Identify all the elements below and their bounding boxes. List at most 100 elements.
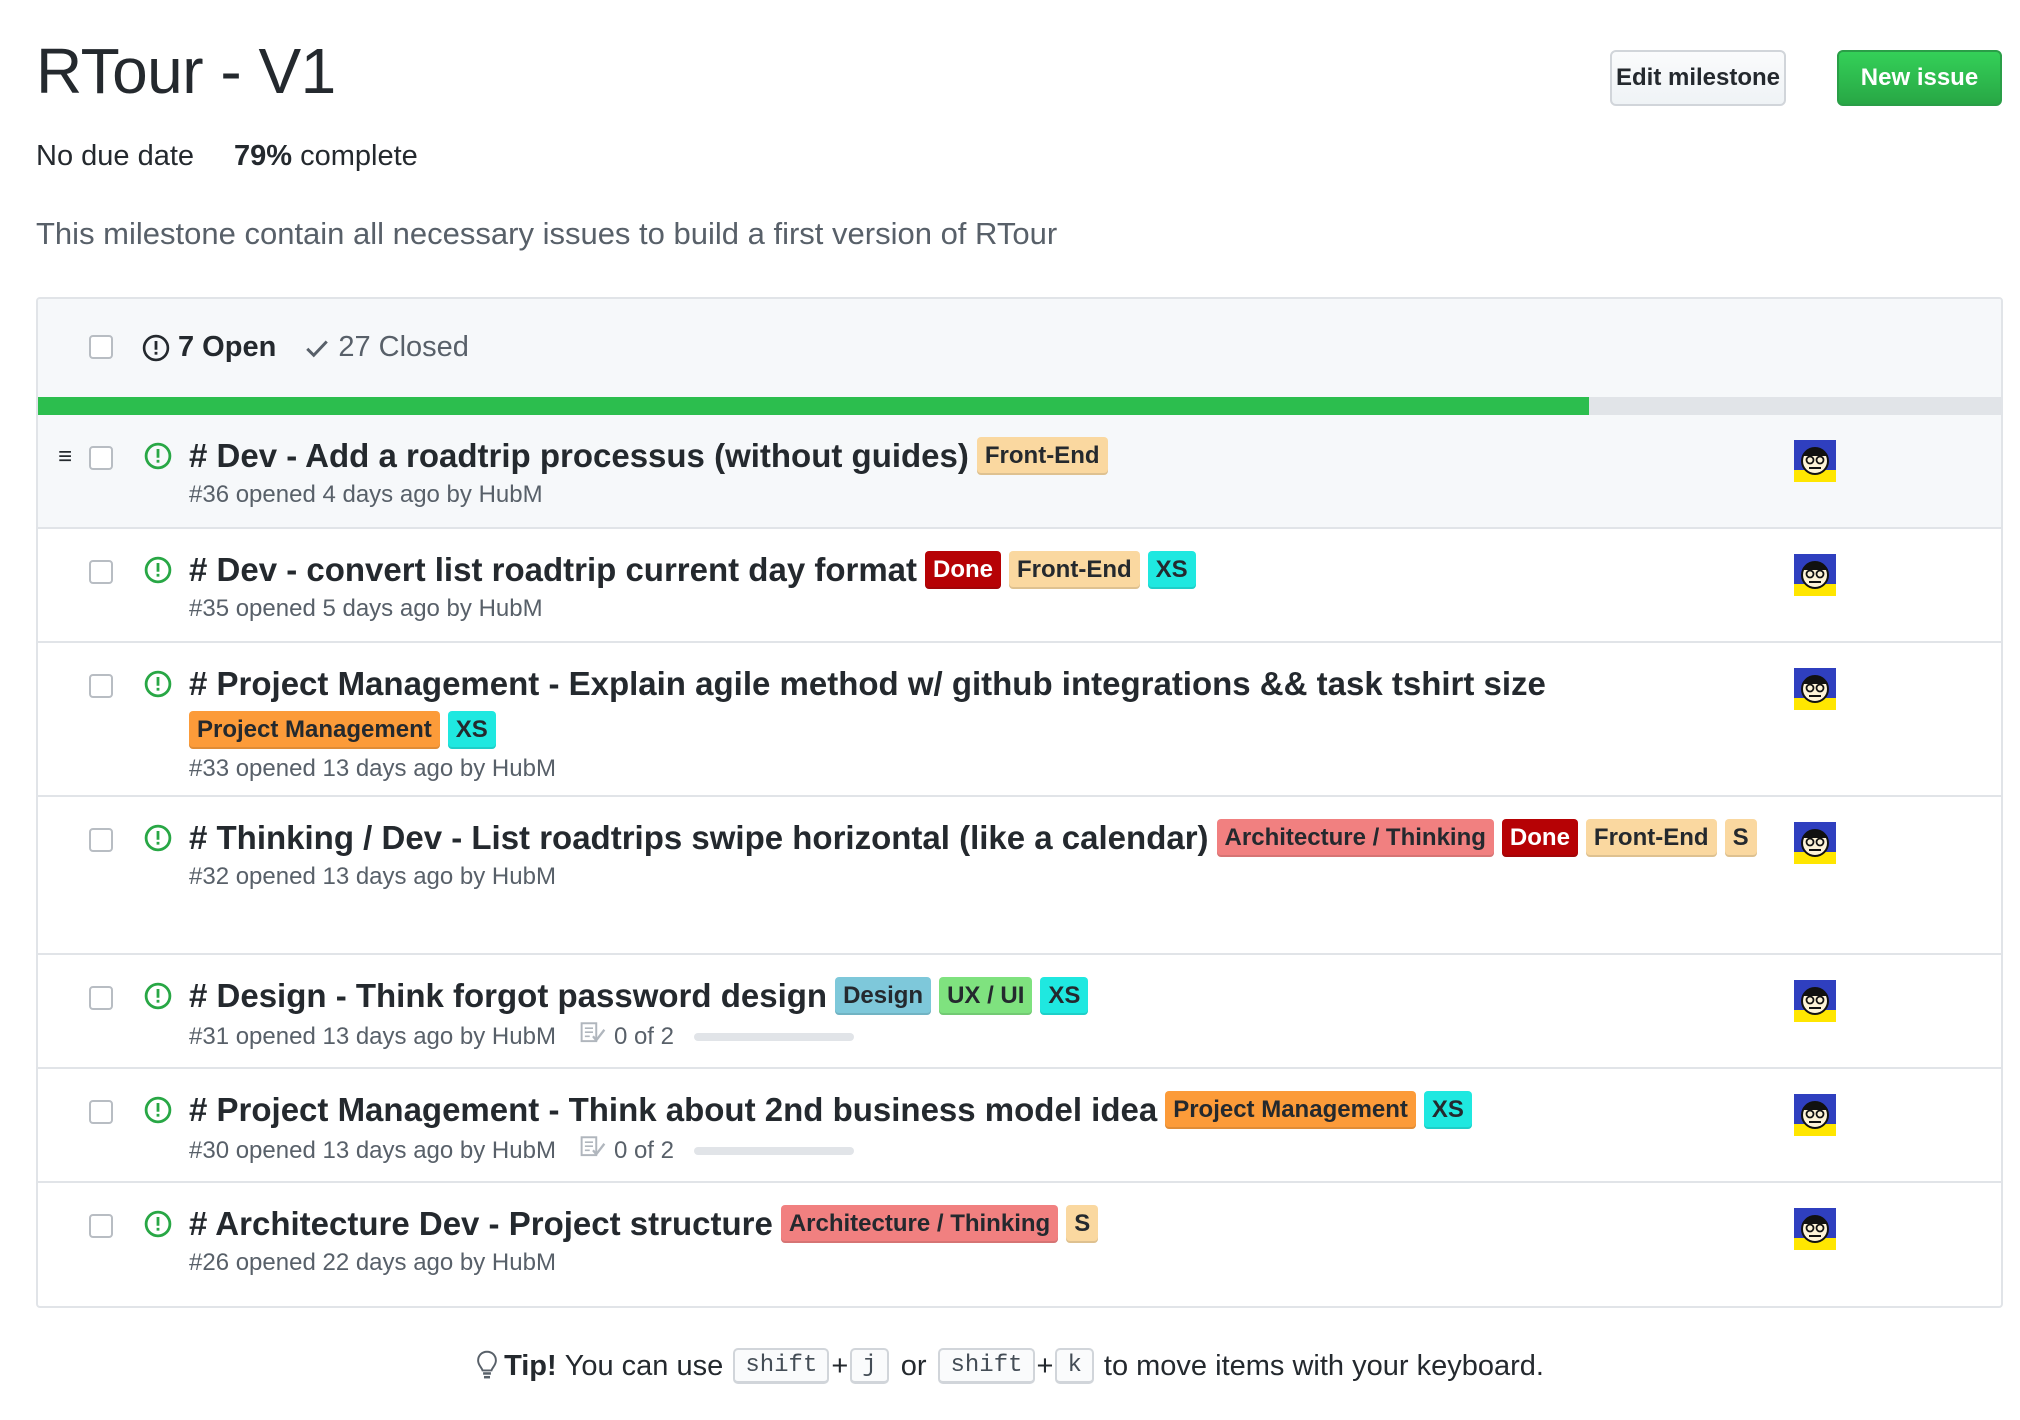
completion-label: complete — [300, 140, 418, 172]
issue-title-line: # Project Management - Explain agile met… — [189, 665, 1801, 749]
milestone-page: RTour - V1 Edit milestone New issue No d… — [0, 0, 2020, 1420]
issue-title-link[interactable]: # Thinking / Dev - List roadtrips swipe … — [189, 819, 1209, 857]
progress-fill — [38, 397, 1589, 415]
issue-label[interactable]: Architecture / Thinking — [780, 1205, 1059, 1243]
issue-meta: #35 opened 5 days ago by HubM — [189, 595, 1801, 623]
checklist-icon — [580, 1135, 606, 1166]
edit-milestone-button[interactable]: Edit milestone — [1610, 50, 1786, 106]
issue-opened-icon — [144, 442, 172, 475]
assignee-avatar[interactable] — [1794, 822, 1836, 864]
issue-title-line: # Dev - Add a roadtrip processus (withou… — [189, 437, 1801, 475]
task-count: 0 of 2 — [613, 1136, 674, 1164]
issue-checkbox[interactable] — [89, 1214, 113, 1238]
assignee-avatar[interactable] — [1794, 668, 1836, 710]
issue-content: # Architecture Dev - Project structure Ar… — [189, 1205, 1801, 1277]
tip-pre: You can use — [564, 1349, 724, 1382]
task-count: 0 of 2 — [613, 1022, 674, 1050]
drag-handle-icon[interactable]: ≡ — [58, 445, 72, 469]
kbd-plus-1: + — [831, 1349, 849, 1382]
issue-opened-icon — [142, 334, 170, 361]
issue-checkbox[interactable] — [89, 560, 113, 584]
issue-row[interactable]: # Project Management - Think about 2nd b… — [38, 1069, 2001, 1183]
issue-checkbox[interactable] — [89, 828, 113, 852]
issue-content: # Thinking / Dev - List roadtrips swipe … — [189, 819, 1801, 891]
new-issue-button[interactable]: New issue — [1837, 50, 2002, 106]
issue-meta: #30 opened 13 days ago by HubM 0 of 2 — [189, 1135, 1801, 1166]
kbd-k: k — [1055, 1348, 1094, 1384]
issue-list: ≡ # Dev - Add a roadtrip processus (witho… — [38, 415, 2001, 1297]
issue-row[interactable]: ≡ # Dev - Add a roadtrip processus (witho… — [38, 415, 2001, 529]
issue-label[interactable]: Design — [835, 977, 932, 1015]
issue-label[interactable]: Architecture / Thinking — [1216, 819, 1494, 857]
issue-opened-icon — [144, 824, 172, 857]
issue-label[interactable]: Done — [1501, 819, 1578, 857]
issues-box: 7 Open 27 Closed ≡ # Dev - Add a roadtrip… — [36, 297, 2003, 1308]
issue-opened-info: #33 opened 13 days ago by HubM — [189, 755, 556, 782]
milestone-meta: No due date 79% complete — [36, 140, 418, 173]
issue-opened-icon — [144, 1210, 172, 1243]
open-filter[interactable]: 7 Open — [142, 331, 276, 364]
assignee-avatar[interactable] — [1794, 980, 1836, 1022]
issue-title-line: # Design - Think forgot password design D… — [189, 977, 1801, 1015]
select-all-checkbox[interactable] — [89, 335, 113, 359]
issues-header: 7 Open 27 Closed — [38, 299, 2001, 397]
issue-row[interactable]: # Dev - convert list roadtrip current da… — [38, 529, 2001, 643]
issue-label[interactable]: UX / UI — [939, 977, 1033, 1015]
issue-checkbox[interactable] — [89, 446, 113, 470]
issue-meta: #33 opened 13 days ago by HubM — [189, 755, 1801, 783]
kbd-shift-1: shift — [733, 1348, 830, 1384]
issue-label[interactable]: XS — [447, 711, 496, 749]
issue-title-line: # Thinking / Dev - List roadtrips swipe … — [189, 819, 1801, 857]
issue-row[interactable]: # Architecture Dev - Project structure Ar… — [38, 1183, 2001, 1297]
issue-meta: #26 opened 22 days ago by HubM — [189, 1249, 1801, 1277]
issue-label[interactable]: Front-End — [1585, 819, 1717, 857]
issue-content: # Design - Think forgot password design D… — [189, 977, 1801, 1052]
issue-content: # Dev - convert list roadtrip current da… — [189, 551, 1801, 623]
issue-title-line: # Architecture Dev - Project structure Ar… — [189, 1205, 1801, 1243]
issue-row[interactable]: # Project Management - Explain agile met… — [38, 643, 2001, 797]
issue-label[interactable]: XS — [1147, 551, 1196, 589]
assignee-avatar[interactable] — [1794, 1094, 1836, 1136]
closed-filter[interactable]: 27 Closed — [304, 331, 469, 364]
due-date: No due date — [36, 140, 195, 172]
issue-title-link[interactable]: # Project Management - Explain agile met… — [189, 665, 1546, 703]
issue-checkbox[interactable] — [89, 674, 113, 698]
issue-row[interactable]: # Thinking / Dev - List roadtrips swipe … — [38, 797, 2001, 955]
issue-content: # Dev - Add a roadtrip processus (withou… — [189, 437, 1801, 509]
open-count: 7 Open — [178, 331, 277, 363]
issue-label[interactable]: Project Management — [189, 711, 440, 749]
assignee-avatar[interactable] — [1794, 554, 1836, 596]
task-progress: 0 of 2 — [580, 1135, 854, 1166]
issue-label[interactable]: Done — [925, 551, 1002, 589]
issue-label[interactable]: Front-End — [1009, 551, 1140, 589]
issue-label[interactable]: XS — [1423, 1091, 1472, 1129]
completion: 79% complete — [234, 140, 418, 173]
issue-title-link[interactable]: # Architecture Dev - Project structure — [189, 1205, 773, 1243]
assignee-avatar[interactable] — [1794, 440, 1836, 482]
issue-label[interactable]: XS — [1040, 977, 1089, 1015]
issue-title-link[interactable]: # Design - Think forgot password design — [189, 977, 827, 1015]
issue-opened-info: #30 opened 13 days ago by HubM — [189, 1136, 556, 1164]
issue-label[interactable]: S — [1724, 819, 1757, 857]
completion-percent: 79% — [234, 140, 293, 172]
issue-title-link[interactable]: # Dev - Add a roadtrip processus (withou… — [189, 437, 969, 475]
issue-row[interactable]: # Design - Think forgot password design D… — [38, 955, 2001, 1069]
task-progress: 0 of 2 — [580, 1021, 854, 1052]
closed-count: 27 Closed — [338, 331, 469, 363]
issue-title-link[interactable]: # Dev - convert list roadtrip current da… — [189, 551, 917, 589]
kbd-plus-2: + — [1036, 1349, 1054, 1382]
issue-checkbox[interactable] — [89, 1100, 113, 1124]
issue-opened-icon — [144, 670, 172, 703]
issue-opened-icon — [144, 556, 172, 589]
issue-opened-icon — [144, 1096, 172, 1129]
issue-label[interactable]: Front-End — [976, 437, 1108, 475]
issue-opened-info: #36 opened 4 days ago by HubM — [189, 481, 543, 508]
issue-label[interactable]: S — [1066, 1205, 1099, 1243]
issue-opened-info: #32 opened 13 days ago by HubM — [189, 863, 556, 890]
tip-post: to move items with your keyboard. — [1103, 1349, 1544, 1382]
issue-title-link[interactable]: # Project Management - Think about 2nd b… — [189, 1091, 1157, 1129]
issue-label[interactable]: Project Management — [1165, 1091, 1416, 1129]
assignee-avatar[interactable] — [1794, 1208, 1836, 1250]
issue-opened-info: #26 opened 22 days ago by HubM — [189, 1249, 556, 1276]
issue-checkbox[interactable] — [89, 986, 113, 1010]
